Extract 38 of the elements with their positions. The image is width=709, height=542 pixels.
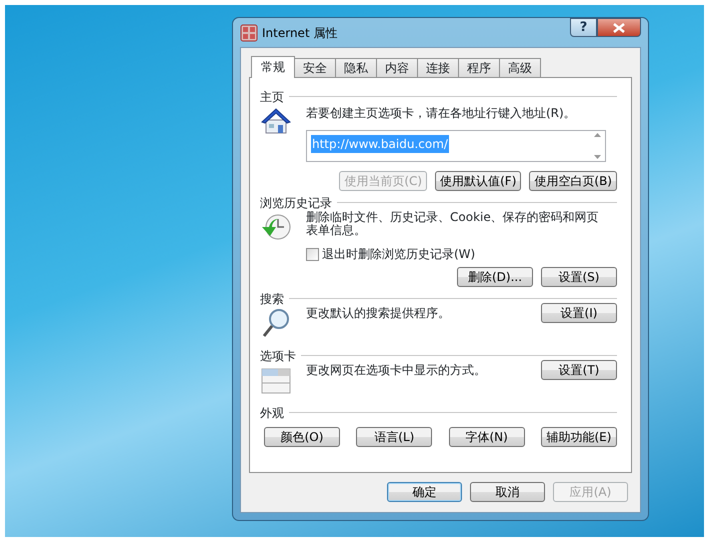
button[interactable]: 颜色(O): [264, 427, 340, 447]
description-text: 更改默认的搜索提供程序。: [306, 306, 450, 320]
tab[interactable]: 程序: [458, 58, 500, 77]
tab[interactable]: 连接: [417, 58, 459, 77]
tab[interactable]: 高级: [499, 58, 541, 77]
button[interactable]: 取消: [470, 482, 545, 502]
button[interactable]: 设置(I): [541, 303, 617, 323]
button[interactable]: 使用空白页(B): [529, 171, 617, 191]
close-button[interactable]: [597, 18, 641, 37]
window-icon: [240, 24, 258, 42]
description-text: 删除临时文件、历史记录、Cookie、保存的密码和网页表单信息。: [306, 211, 600, 237]
tab[interactable]: 隐私: [335, 58, 377, 77]
tab[interactable]: 内容: [376, 58, 418, 77]
button[interactable]: 设置(S): [541, 267, 617, 287]
section-heading: 浏览历史记录: [260, 194, 332, 211]
close-icon: [613, 22, 625, 32]
section-heading: 选项卡: [260, 348, 296, 364]
scroll-up-icon[interactable]: [594, 133, 600, 137]
section-heading: 搜索: [260, 290, 284, 308]
description-text: 若要创建主页选项卡，请在各地址行键入地址(R)。: [306, 107, 577, 120]
button[interactable]: 字体(N): [448, 427, 525, 447]
button[interactable]: 删除(D)...: [457, 267, 533, 287]
button[interactable]: 设置(T): [541, 360, 617, 380]
tab[interactable]: 安全: [294, 58, 336, 77]
section-heading: 外观: [260, 404, 284, 422]
description-text: 更改网页在选项卡中显示的方式。: [306, 364, 486, 376]
checkbox[interactable]: [306, 248, 319, 260]
button[interactable]: 语言(L): [356, 427, 432, 447]
magnifier-icon: [260, 307, 292, 339]
scroll-down-icon[interactable]: [594, 155, 600, 159]
section-heading: 主页: [260, 88, 284, 106]
button[interactable]: 辅助功能(E): [540, 427, 617, 447]
window-title: Internet 属性: [262, 24, 338, 42]
tab[interactable]: 常规: [251, 56, 295, 78]
checkbox-label: 退出时删除浏览历史记录(W): [322, 246, 476, 263]
button[interactable]: 使用默认值(F): [435, 171, 522, 191]
help-button[interactable]: ?: [570, 18, 597, 37]
button[interactable]: 确定: [387, 482, 462, 502]
